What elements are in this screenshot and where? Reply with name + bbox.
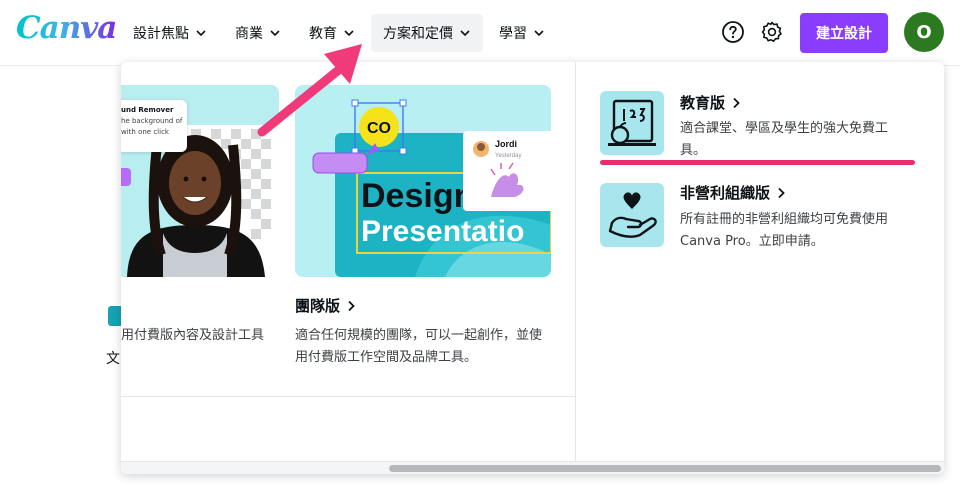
education-tile[interactable]	[600, 91, 664, 155]
teams-plan-link[interactable]: 團隊版	[295, 295, 356, 316]
nav-item-learn[interactable]: 學習	[487, 14, 557, 52]
design-word: Design	[361, 177, 474, 215]
nav-item-label: 方案和定價	[383, 26, 453, 42]
scrollbar-thumb[interactable]	[389, 465, 941, 472]
education-icon	[608, 99, 656, 146]
comment-time: Yesterday	[495, 153, 521, 159]
education-plan-title: 教育版	[680, 94, 726, 112]
background-partial-text: 文	[106, 351, 120, 367]
section-divider	[121, 396, 575, 397]
purple-handle-shape	[121, 168, 131, 186]
create-design-button[interactable]: 建立設計	[800, 13, 888, 53]
bg-remover-line2: with one click	[121, 128, 169, 136]
chevron-right-icon	[778, 187, 785, 198]
annotation-underline	[600, 160, 915, 165]
chevron-right-icon	[733, 97, 740, 108]
comment-author: Jordi	[495, 139, 517, 149]
nav-item-label: 設計焦點	[133, 26, 189, 42]
gear-icon[interactable]	[760, 20, 784, 44]
pro-plan-description: 用付費版內容及設計工具	[121, 328, 265, 343]
chevron-right-icon	[348, 300, 355, 311]
nonprofit-plan-link[interactable]: 非營利組織版	[680, 182, 786, 203]
chevron-down-icon	[196, 30, 206, 37]
help-circle-icon[interactable]	[721, 20, 745, 44]
annotation-arrow-icon	[257, 44, 362, 137]
canva-logo[interactable]: Canva	[16, 10, 117, 46]
bg-remover-title: und Remover	[121, 106, 174, 114]
top-navigation-bar: Canva 設計焦點 商業 教育 方案和定價 學習 建立設計 O	[0, 0, 960, 66]
heart-hands-icon	[608, 192, 657, 238]
chevron-down-icon	[460, 30, 470, 37]
nonprofit-tile[interactable]	[600, 183, 664, 247]
bg-remover-badge: und Remover he background of with one cl…	[121, 100, 187, 152]
plans-pricing-dropdown: und Remover he background of with one cl…	[121, 62, 944, 474]
presentation-word: Presentatio	[361, 215, 524, 248]
teams-plan-description: 適合任何規模的團隊，可以一起創作，並使用付費版工作空間及品牌工具。	[295, 328, 543, 365]
column-divider	[575, 62, 576, 462]
nonprofit-plan-title: 非營利組織版	[680, 184, 771, 202]
chevron-down-icon	[534, 30, 544, 37]
education-plan-link[interactable]: 教育版	[680, 92, 741, 113]
nonprofit-plan-description: 所有註冊的非營利組織均可免費使用 Canva Pro。立即申請。	[680, 212, 889, 249]
nav-item-design-spotlight[interactable]: 設計焦點	[121, 14, 219, 52]
education-plan-description: 適合課堂、學區及學生的強大免費工具。	[680, 121, 889, 158]
bg-remover-line1: he background of	[121, 117, 183, 125]
teams-plan-title: 團隊版	[295, 297, 341, 315]
nav-item-label: 學習	[499, 26, 527, 42]
user-avatar[interactable]: O	[904, 12, 944, 52]
